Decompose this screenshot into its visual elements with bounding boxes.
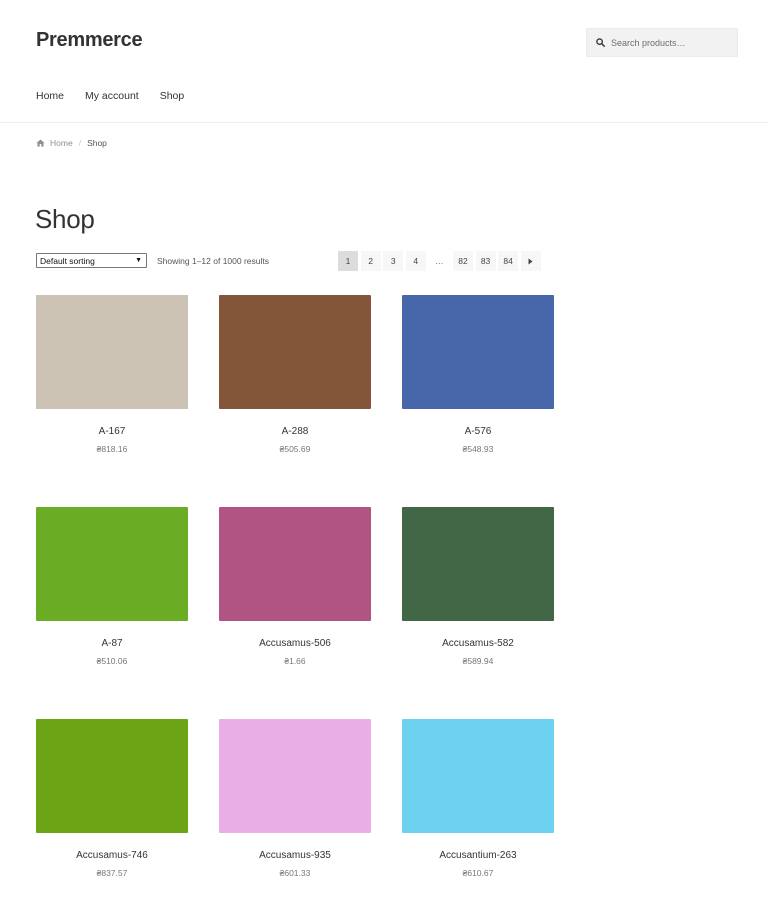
nav-item-shop[interactable]: Shop [160,90,185,102]
page-number-link[interactable]: 82 [452,251,473,271]
header-divider [0,122,768,123]
search-icon [596,38,605,47]
breadcrumb-current: Shop [87,138,107,148]
product-image[interactable] [36,719,188,833]
product-image[interactable] [36,295,188,409]
product-image[interactable] [219,295,371,409]
product-title[interactable]: Accusamus-582 [402,638,554,649]
product-card[interactable]: Accusantium-263 ₴610.67 [402,719,554,878]
product-price: ₴505.69 [279,444,311,454]
page-number-link[interactable]: 2 [360,251,381,271]
page-number-link[interactable]: 83 [475,251,496,271]
primary-navigation: Home My account Shop [36,90,205,102]
home-icon [36,139,45,147]
product-price: ₴601.33 [279,868,311,878]
page-number-link[interactable]: 84 [498,251,519,271]
sorting-select[interactable]: Default sorting ▼ [36,253,147,268]
product-image[interactable] [402,719,554,833]
breadcrumb-home-link[interactable]: Home [50,138,73,148]
search-box[interactable] [586,28,738,57]
product-image[interactable] [402,507,554,621]
sorting-select-value: Default sorting [40,255,95,266]
product-card[interactable]: Accusamus-582 ₴589.94 [402,507,554,666]
triangle-right-icon [528,258,533,264]
product-image[interactable] [219,507,371,621]
product-price: ₴837.57 [96,868,128,878]
product-image[interactable] [36,507,188,621]
product-price: ₴1.66 [284,656,306,666]
page-title: Shop [35,204,95,234]
product-card[interactable]: Accusamus-506 ₴1.66 [219,507,371,666]
pagination: 1 2 3 4 … 82 83 84 [338,251,543,271]
next-page-button[interactable] [520,251,541,271]
product-title[interactable]: Accusantium-263 [402,850,554,861]
breadcrumb-separator: / [78,138,82,148]
product-card[interactable]: A-576 ₴548.93 [402,295,554,454]
page-ellipsis: … [435,256,444,266]
product-card[interactable]: A-167 ₴818.16 [36,295,188,454]
product-title[interactable]: Accusamus-746 [36,850,188,861]
nav-item-my-account[interactable]: My account [85,90,139,102]
search-input[interactable] [611,37,731,48]
product-price: ₴589.94 [462,656,494,666]
product-title[interactable]: Accusamus-935 [219,850,371,861]
product-card[interactable]: A-288 ₴505.69 [219,295,371,454]
product-card[interactable]: Accusamus-746 ₴837.57 [36,719,188,878]
product-title[interactable]: A-288 [219,426,371,437]
product-card[interactable]: A-87 ₴510.06 [36,507,188,666]
product-price: ₴610.67 [462,868,494,878]
product-image[interactable] [219,719,371,833]
breadcrumb: Home / Shop [36,138,107,148]
product-card[interactable]: Accusamus-935 ₴601.33 [219,719,371,878]
nav-item-home[interactable]: Home [36,90,64,102]
product-price: ₴818.16 [96,444,128,454]
product-price: ₴548.93 [462,444,494,454]
product-title[interactable]: A-167 [36,426,188,437]
product-title[interactable]: A-576 [402,426,554,437]
site-title[interactable]: Premmerce [36,29,143,52]
result-count: Showing 1–12 of 1000 results [157,256,269,266]
product-title[interactable]: A-87 [36,638,188,649]
product-image[interactable] [402,295,554,409]
page-number-link[interactable]: 3 [383,251,404,271]
page-number-link[interactable]: 4 [405,251,426,271]
page-number-current: 1 [338,251,358,271]
dropdown-arrow-icon: ▼ [135,257,142,264]
product-title[interactable]: Accusamus-506 [219,638,371,649]
product-price: ₴510.06 [96,656,128,666]
